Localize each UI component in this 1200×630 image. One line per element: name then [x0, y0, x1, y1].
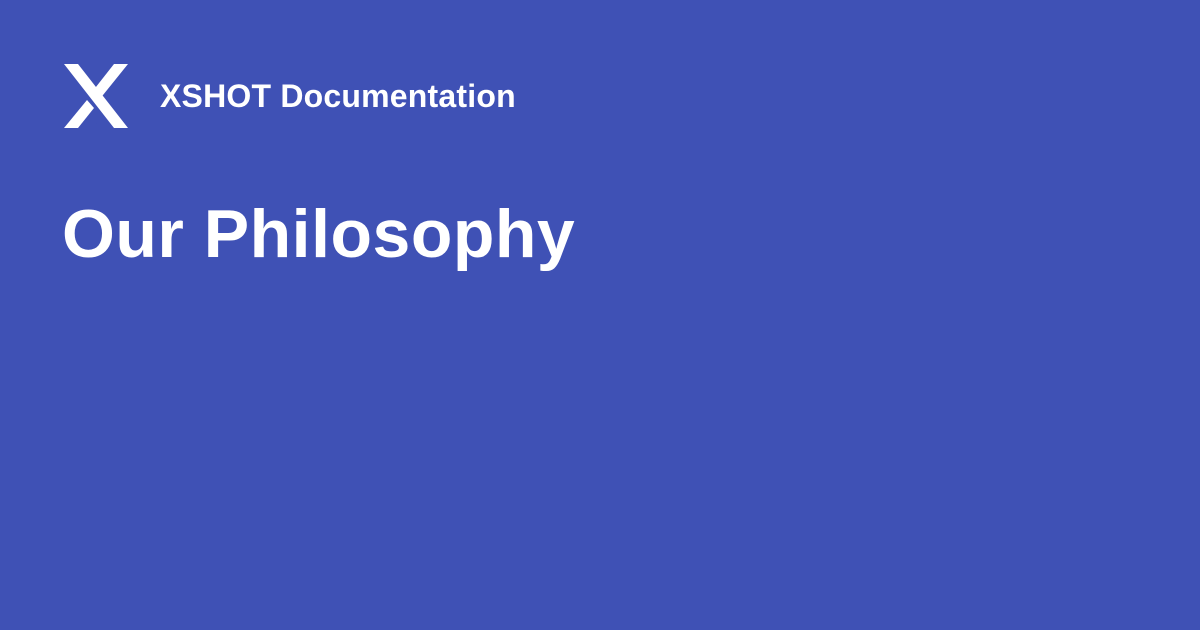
xshot-logo-icon: [64, 64, 128, 128]
social-card: XSHOT Documentation Our Philosophy: [0, 0, 1200, 630]
page-title: Our Philosophy: [62, 196, 576, 272]
brand-header: XSHOT Documentation: [64, 64, 516, 128]
site-name: XSHOT Documentation: [160, 78, 516, 114]
